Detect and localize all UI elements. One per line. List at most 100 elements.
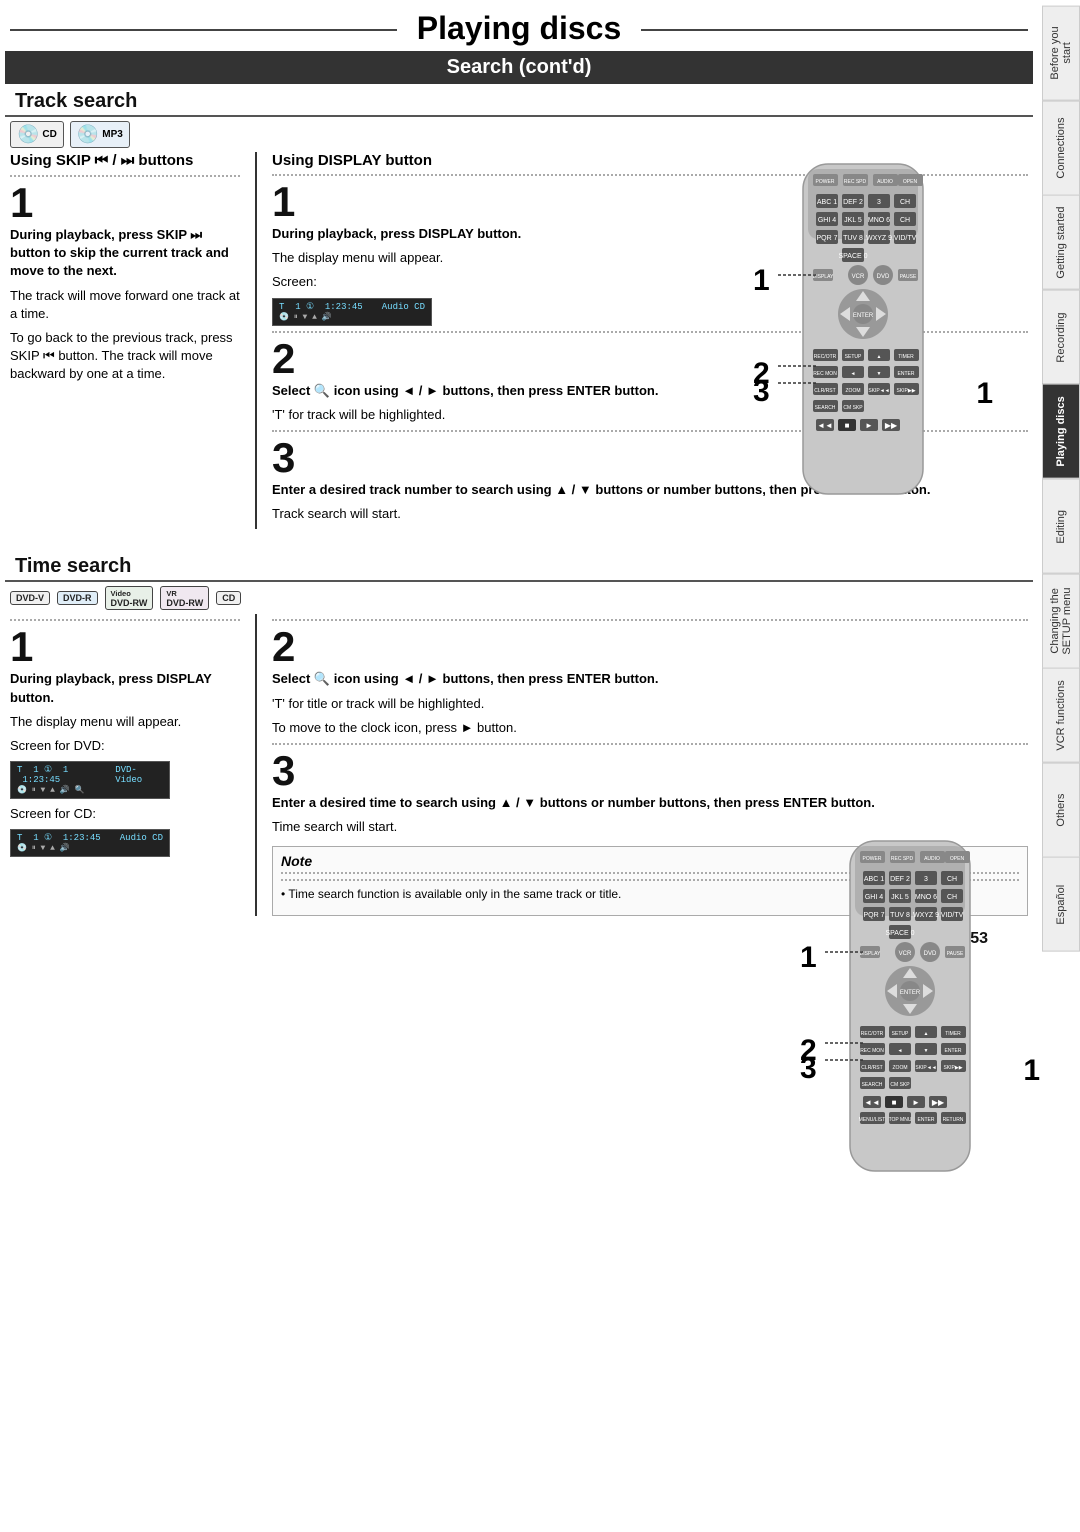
svg-text:REC SPD: REC SPD — [844, 179, 867, 185]
svg-text:ENTER: ENTER — [918, 1117, 935, 1123]
svg-text:REC MON: REC MON — [860, 1048, 884, 1054]
svg-text:ZOOM: ZOOM — [846, 388, 861, 394]
svg-text:PAUSE: PAUSE — [900, 274, 917, 280]
tab-vcr-functions[interactable]: VCR functions — [1042, 668, 1080, 763]
dvdrw-video-badge: VideoDVD-RW — [105, 586, 154, 610]
cd-screen-mockup: T 1 ① 1:23:45 Audio CD 💿 ⏸ ▼ ▲ 🔊 — [10, 829, 170, 857]
track-remote-svg: POWER REC SPD AUDIO OPEN ABC 1 DEF 2 3 C… — [778, 159, 948, 509]
svg-text:CH: CH — [900, 199, 910, 206]
svg-text:CM SKP: CM SKP — [890, 1082, 910, 1088]
tab-recording[interactable]: Recording — [1042, 290, 1080, 385]
time-search-heading: Time search — [5, 549, 1033, 582]
svg-text:SEARCH: SEARCH — [815, 405, 836, 411]
svg-text:◄: ◄ — [898, 1048, 903, 1054]
time-search-icons: DVD-V DVD-R VideoDVD-RW VRDVD-RW CD — [0, 582, 1038, 614]
svg-text:REC SPD: REC SPD — [891, 856, 914, 862]
remote-marker-1b: 1 — [976, 377, 993, 411]
time-step2-number: 2 — [272, 626, 1028, 668]
svg-text:SPACE 0: SPACE 0 — [838, 253, 867, 260]
time-remote-marker-3: 3 — [800, 1052, 817, 1086]
time-search-left: 1 During playback, press DISPLAY button.… — [10, 614, 240, 916]
svg-text:JKL 5: JKL 5 — [844, 217, 862, 224]
svg-text:◄: ◄ — [851, 371, 856, 377]
svg-text:ABC 1: ABC 1 — [864, 876, 884, 883]
svg-text:JKL 5: JKL 5 — [891, 894, 909, 901]
svg-text:ENTER: ENTER — [853, 313, 874, 319]
track-screen-mockup: T 1 ① 1:23:45 Audio CD 💿 ⏸ ▼ ▲ 🔊 — [272, 298, 432, 326]
main-title-wrapper: Playing discs — [10, 6, 1028, 51]
time-step2-text1: 'T' for title or track will be highlight… — [272, 695, 1028, 713]
dvdrw-vr-badge: VRDVD-RW — [160, 586, 209, 610]
svg-text:TIMER: TIMER — [898, 354, 914, 360]
svg-text:SEARCH: SEARCH — [862, 1082, 883, 1088]
svg-text:SPACE 0: SPACE 0 — [885, 930, 914, 937]
svg-text:SKIP◄◄: SKIP◄◄ — [868, 388, 889, 394]
tab-getting-started[interactable]: Getting started — [1042, 195, 1080, 290]
svg-text:VID/TV: VID/TV — [894, 235, 917, 242]
time-step1-bold: During playback, press DISPLAY button. — [10, 670, 240, 706]
svg-text:RETURN: RETURN — [943, 1117, 964, 1123]
skip-section: Using SKIP ⏮ / ⏭ buttons 1 During playba… — [10, 152, 240, 529]
svg-text:►: ► — [865, 421, 873, 430]
time-step2-text2: To move to the clock icon, press ► butto… — [272, 719, 1028, 737]
tab-connections[interactable]: Connections — [1042, 101, 1080, 196]
svg-text:CH: CH — [900, 217, 910, 224]
time-step1-number: 1 — [10, 626, 240, 668]
svg-text:CLR/RST: CLR/RST — [861, 1065, 882, 1071]
svg-text:VCR: VCR — [852, 274, 865, 280]
svg-text:CH: CH — [947, 876, 957, 883]
skip-step1-bold: During playback, press SKIP ⏭ button to … — [10, 226, 240, 281]
svg-text:►: ► — [912, 1098, 920, 1107]
svg-text:TIMER: TIMER — [945, 1031, 961, 1037]
svg-text:MENU/LIST: MENU/LIST — [859, 1117, 886, 1123]
time-column-divider — [255, 614, 257, 916]
svg-text:▶▶: ▶▶ — [885, 421, 898, 430]
tab-setup-menu[interactable]: Changing the SETUP menu — [1042, 574, 1080, 669]
tab-editing[interactable]: Editing — [1042, 479, 1080, 574]
svg-text:▲: ▲ — [924, 1031, 929, 1037]
svg-text:CH: CH — [947, 894, 957, 901]
svg-text:SKIP◄◄: SKIP◄◄ — [915, 1065, 936, 1071]
svg-text:DVD: DVD — [877, 274, 890, 280]
svg-text:GHI 4: GHI 4 — [865, 894, 883, 901]
svg-text:MNO 6: MNO 6 — [868, 217, 890, 224]
track-remote-container: POWER REC SPD AUDIO OPEN ABC 1 DEF 2 3 C… — [778, 159, 978, 512]
svg-text:CLR/RST: CLR/RST — [814, 388, 835, 394]
section-title: Search (cont'd) — [447, 56, 592, 78]
time-step3-text: Time search will start. — [272, 818, 1028, 836]
time-remote-svg: POWER REC SPD AUDIO OPEN ABC 1 DEF 2 3 C… — [825, 836, 995, 1186]
column-divider — [255, 152, 257, 529]
time-step3-number: 3 — [272, 750, 1028, 792]
dvd-screen-mockup: T 1 ① 1 1:23:45 DVD-Video 💿 ⏸ ▼ ▲ 🔊 🔍 — [10, 761, 170, 799]
tab-before-you-start[interactable]: Before you start — [1042, 6, 1080, 101]
section-title-bar: Search (cont'd) — [5, 51, 1033, 84]
side-navigation: Before you start Connections Getting sta… — [1042, 6, 1080, 952]
dvdr-badge: DVD-R — [57, 591, 98, 605]
svg-text:MNO 6: MNO 6 — [915, 894, 937, 901]
svg-text:▶▶: ▶▶ — [932, 1098, 945, 1107]
tab-playing-discs[interactable]: Playing discs — [1042, 384, 1080, 479]
svg-text:WXYZ 9: WXYZ 9 — [866, 235, 892, 242]
dvdv-badge: DVD-V — [10, 591, 50, 605]
svg-text:POWER: POWER — [816, 179, 835, 185]
svg-text:SKIP▶▶: SKIP▶▶ — [943, 1065, 962, 1071]
svg-text:ENTER: ENTER — [945, 1048, 962, 1054]
tab-espanol[interactable]: Español — [1042, 857, 1080, 952]
svg-text:DVD: DVD — [924, 951, 937, 957]
svg-text:◄◄: ◄◄ — [864, 1098, 880, 1107]
time-remote-marker-1: 1 — [800, 941, 817, 975]
track-search-heading: Track search — [5, 84, 1033, 117]
time-step3-bold: Enter a desired time to search using ▲ /… — [272, 794, 1028, 812]
time-step1-text: The display menu will appear. — [10, 713, 240, 731]
svg-text:TUV 8: TUV 8 — [843, 235, 863, 242]
svg-text:DEF 2: DEF 2 — [843, 199, 863, 206]
svg-text:TOP MNU: TOP MNU — [889, 1117, 912, 1123]
tab-others[interactable]: Others — [1042, 763, 1080, 858]
time-step2-bold: Select 🔍 icon using ◄ / ► buttons, then … — [272, 670, 1028, 688]
svg-text:REC/OTR: REC/OTR — [861, 1031, 884, 1037]
svg-text:AUDIO: AUDIO — [924, 856, 940, 862]
svg-text:PAUSE: PAUSE — [947, 951, 964, 957]
svg-text:OPEN: OPEN — [950, 856, 965, 862]
skip-step1-text1: The track will move forward one track at… — [10, 287, 240, 323]
svg-text:REC MON: REC MON — [813, 371, 837, 377]
